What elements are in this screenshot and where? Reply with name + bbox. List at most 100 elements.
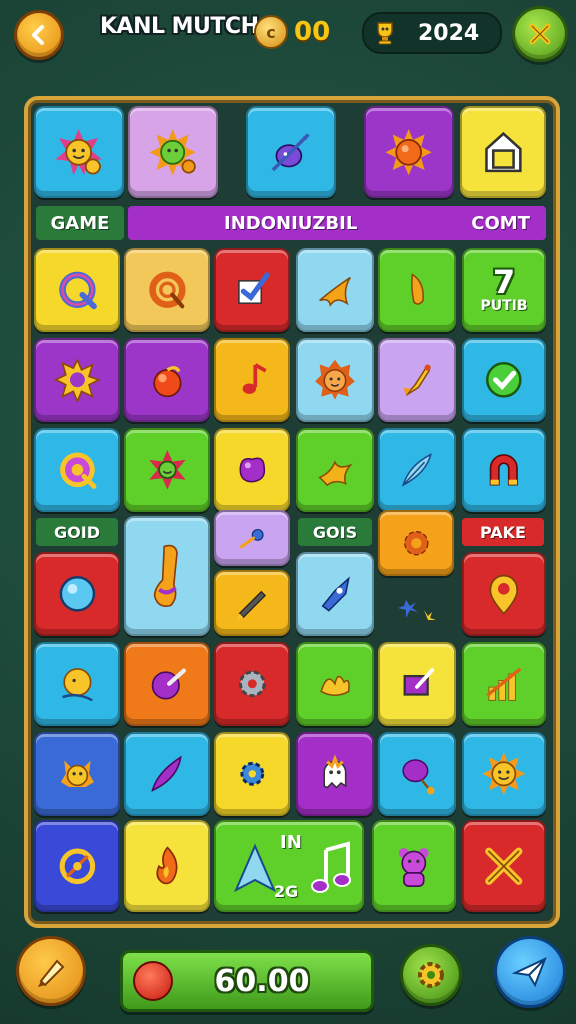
tile-sun-face[interactable] [34,106,124,198]
tile-flame-bird[interactable] [296,248,374,332]
tile-cog[interactable] [214,642,290,726]
tile-music-note[interactable] [214,338,290,422]
tile-crayon[interactable] [214,570,290,636]
purple-feather-icon [150,755,182,793]
score-bar: 60.00 [120,950,374,1012]
tile-q-ring[interactable] [34,248,120,332]
star-face-icon [148,450,186,490]
tile-purple-feather[interactable] [124,732,210,816]
q-ring-icon [58,271,97,310]
trophy-icon [377,22,393,45]
tile-orange-ring[interactable] [124,248,210,332]
tile-rocket-blue[interactable] [296,552,374,636]
orange-ring-icon [148,271,186,309]
back-arrow-icon [32,25,44,45]
music-note-icon [242,363,267,395]
label-pake: PAKE [462,518,544,546]
purple-orb-icon [151,668,186,700]
tile-pepper[interactable] [378,248,456,332]
banner-comt: COMT [471,212,530,234]
back-button[interactable] [14,10,64,60]
red-ball-icon [133,961,173,1001]
sparkle-icon [392,588,440,628]
comet-icon [239,528,264,549]
tile-compass[interactable] [34,820,120,912]
tile-orange-gear[interactable] [378,510,454,576]
check-circle-icon [486,362,522,398]
tile-purple-box[interactable] [378,642,456,726]
tile-flame[interactable] [124,820,210,912]
share-button[interactable] [494,936,566,1008]
coin-count: 00 [294,17,331,47]
tile-yellow-sun[interactable] [34,338,120,422]
cog-icon [238,670,266,698]
gear-icon [418,962,444,988]
crayon-icon [236,590,266,620]
settings-button[interactable] [400,944,462,1006]
tile-check-circle[interactable] [462,338,546,422]
tile-orange-sun[interactable] [364,106,454,198]
music-notes-icon [311,841,351,893]
pencil-button[interactable] [16,936,86,1006]
tile-happy-sun[interactable] [462,732,546,816]
label-banner: INDONIUZBIL COMT [128,206,546,240]
score-value: 2024 [418,20,480,46]
special-2g-text: 2G [274,882,299,901]
blue-rocket-icon [321,576,350,612]
tile-purple-bug[interactable] [246,106,336,198]
top-bar: KANL MUTCH c 00 2024 [0,0,576,70]
tile-feather[interactable] [378,428,456,512]
purple-bug-icon [271,132,311,172]
tile-purple-bear[interactable] [372,820,456,912]
tile-gold-claw[interactable] [296,642,374,726]
crossed-sticks-icon [485,847,523,885]
tile-fire-ball[interactable] [124,338,210,422]
tile-sock[interactable] [124,516,210,636]
purple-box-icon [403,668,435,696]
tile-caption: PUTIB [480,298,528,314]
tile-ghost-face[interactable] [296,732,374,816]
tile-map-pin[interactable] [462,552,546,636]
purple-bear-icon [399,847,429,887]
score-display: 2024 [362,12,502,54]
tile-number: 7 [492,263,516,301]
sock-icon [153,544,178,607]
ghost-face-icon [323,754,347,789]
yellow-sun-icon [53,358,101,404]
tile-yellow-ball[interactable] [34,642,120,726]
tile-number-seven[interactable]: 7 PUTIB [462,248,546,332]
game-title: KANL MUTCH [100,14,259,39]
blue-gear-icon [240,762,264,786]
tile-crossed-sticks[interactable] [462,820,546,912]
close-x-icon [529,23,551,45]
label-gold: GOID [36,518,118,546]
tile-cat-sun[interactable] [34,732,120,816]
fire-ball-icon [152,366,182,398]
tile-blue-gem[interactable] [34,552,120,636]
tile-golden-bird[interactable] [296,428,374,512]
flame-bird-icon [319,277,351,308]
tile-bar-chart[interactable] [462,642,546,726]
tile-magnet[interactable] [462,428,546,512]
tile-lion-face[interactable] [296,338,374,422]
tile-purple-blob[interactable] [214,428,290,512]
bar-chart-icon [486,667,522,701]
tile-blue-gear[interactable] [214,732,290,816]
tile-rocket[interactable] [378,338,456,422]
tile-check-box[interactable] [214,248,290,332]
tile-special-music[interactable]: IN 2G [214,820,364,912]
tile-purple-orb[interactable] [124,642,210,726]
tile-purple-balloon[interactable] [378,732,456,816]
tile-green-sun[interactable] [128,106,218,198]
magnet-icon [489,454,519,486]
tile-house[interactable] [460,106,546,198]
check-box-icon [237,272,270,305]
sun-face-icon [55,128,103,176]
tile-red-star-face[interactable] [124,428,210,512]
pepper-icon [411,273,425,305]
tile-comet[interactable] [214,510,290,566]
label-game: GAME [36,206,124,240]
purple-balloon-icon [402,759,435,795]
close-button[interactable] [512,6,568,62]
tile-target-q[interactable] [34,428,120,512]
